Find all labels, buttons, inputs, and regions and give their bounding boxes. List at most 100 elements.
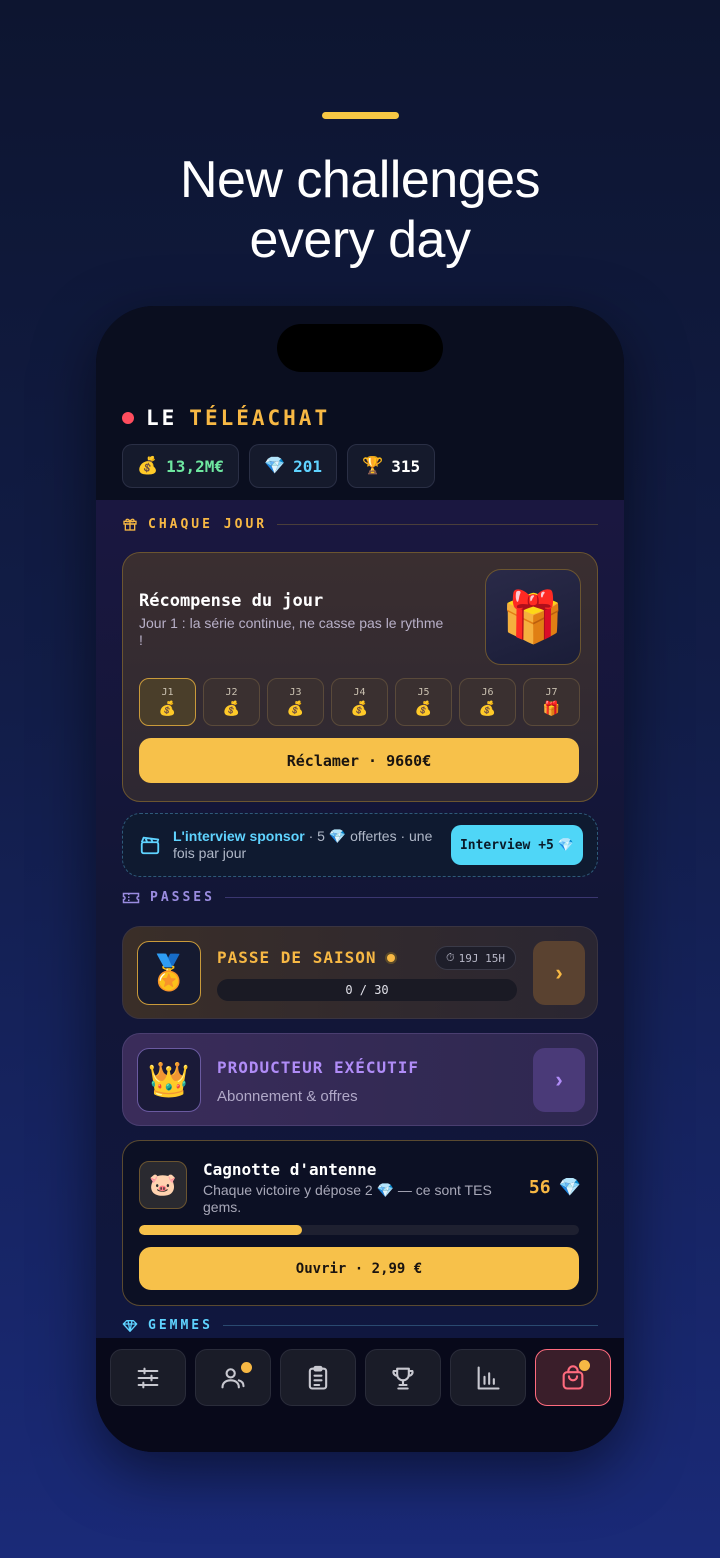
executive-producer-card[interactable]: 👑 PRODUCTEUR EXÉCUTIF Abonnement & offre… xyxy=(122,1033,598,1126)
tab-trophies[interactable] xyxy=(365,1349,441,1406)
phone-frame: LE TÉLÉACHAT 💰 13,2M€ 💎 201 🏆 315 CHAQUE… xyxy=(96,306,624,1452)
tab-shop[interactable] xyxy=(535,1349,611,1406)
trophies-value: 315 xyxy=(391,456,421,476)
day-label: J4 xyxy=(353,687,366,698)
day-tile-j7: J7 🎁 xyxy=(523,678,580,726)
day-label: J1 xyxy=(161,687,174,698)
day-label: J6 xyxy=(481,687,494,698)
dynamic-island xyxy=(277,324,443,372)
section-divider xyxy=(277,523,598,525)
tab-stats[interactable] xyxy=(450,1349,526,1406)
gift-pile-image: 🎁 xyxy=(485,569,581,665)
section-divider xyxy=(224,897,598,898)
money-bag-icon: 💰 xyxy=(350,700,369,716)
day-label: J3 xyxy=(289,687,302,698)
cagnotte-card: 🐷 Cagnotte d'antenne Chaque victoire y d… xyxy=(122,1140,598,1306)
gem-icon: 💎 xyxy=(328,828,347,844)
money-bag-icon: 💰 xyxy=(414,700,433,716)
ticket-icon xyxy=(122,892,140,903)
daily-reward-card: Récompense du jour Jour 1 : la série con… xyxy=(122,552,598,802)
main-content[interactable]: CHAQUE JOUR Récompense du jour Jour 1 : … xyxy=(96,500,624,1338)
day-tile-j5: J5 💰 xyxy=(395,678,452,726)
money-stat[interactable]: 💰 13,2M€ xyxy=(122,444,239,488)
open-cagnotte-button[interactable]: Ouvrir · 2,99 € xyxy=(139,1247,579,1290)
headline: New challenges every day xyxy=(0,150,720,270)
app-title-part-2: TÉLÉACHAT xyxy=(189,406,331,430)
day-label: J5 xyxy=(417,687,430,698)
money-bag-icon: 💰 xyxy=(137,456,159,476)
gem-icon: 💎 xyxy=(263,456,286,476)
season-timer-value: 19J 15H xyxy=(458,951,505,965)
streak-days: J1 💰 J2 💰 J3 💰 J4 💰 J5 💰 J6 💰 J7 🎁 xyxy=(139,678,580,726)
tab-users[interactable] xyxy=(195,1349,271,1406)
tab-tasks[interactable] xyxy=(280,1349,356,1406)
app-title: LE TÉLÉACHAT xyxy=(122,406,330,430)
producer-subtitle: Abonnement & offres xyxy=(217,1088,358,1105)
day-label: J7 xyxy=(545,687,558,698)
money-bag-icon: 💰 xyxy=(222,700,241,716)
notification-badge xyxy=(579,1360,590,1371)
season-pass-title: PASSE DE SAISON xyxy=(217,948,377,967)
money-bag-icon: 💰 xyxy=(478,700,497,716)
day-label: J2 xyxy=(225,687,238,698)
day-tile-j3: J3 💰 xyxy=(267,678,324,726)
headline-line-2: every day xyxy=(249,211,471,269)
gem-icon: 💎 xyxy=(557,837,575,853)
section-divider xyxy=(222,1325,598,1326)
sponsor-description: L'interview sponsor · 5 💎 offertes · une… xyxy=(173,828,433,862)
stopwatch-icon: ⏱ xyxy=(446,951,455,964)
cagnotte-description: Chaque victoire y dépose 2 💎 — ce sont T… xyxy=(203,1182,503,1216)
trophy-icon xyxy=(392,1367,414,1390)
notification-dot-icon xyxy=(386,953,395,962)
claim-reward-button[interactable]: Réclamer · 9660€ xyxy=(139,738,579,783)
bar-chart-icon xyxy=(477,1365,500,1390)
settings-sliders-icon xyxy=(137,1367,159,1388)
daily-reward-title: Récompense du jour xyxy=(139,591,324,611)
notification-badge xyxy=(241,1362,252,1373)
accent-bar xyxy=(322,112,399,119)
app-title-part-1: LE xyxy=(146,406,178,430)
section-header-daily: CHAQUE JOUR xyxy=(122,516,598,532)
trophy-icon: 🏆 xyxy=(362,456,384,476)
medal-image: 🏅 xyxy=(137,941,201,1005)
section-header-gems: GEMMES xyxy=(122,1318,598,1333)
season-progress-bar: 0 / 30 xyxy=(217,979,517,1001)
chevron-right-icon[interactable]: › xyxy=(533,1048,585,1112)
crown-image: 👑 xyxy=(137,1048,201,1112)
interview-button[interactable]: Interview +5 💎 xyxy=(451,825,583,865)
bottom-tab-bar xyxy=(96,1338,624,1452)
day-tile-j4: J4 💰 xyxy=(331,678,388,726)
cagnotte-gem-count: 56 💎 xyxy=(529,1177,581,1198)
section-title-passes: PASSES xyxy=(150,890,215,905)
gems-stat[interactable]: 💎 201 xyxy=(248,444,338,488)
cagnotte-title: Cagnotte d'antenne xyxy=(203,1160,377,1179)
interview-button-label: Interview +5 xyxy=(459,837,554,853)
section-title-daily: CHAQUE JOUR xyxy=(148,516,268,532)
money-bag-icon: 💰 xyxy=(286,700,305,716)
gift-icon: 🎁 xyxy=(542,700,561,716)
sponsor-interview-card: L'interview sponsor · 5 💎 offertes · une… xyxy=(122,813,598,877)
season-pass-card[interactable]: 🏅 PASSE DE SAISON ⏱ 19J 15H 0 / 30 › xyxy=(122,926,598,1019)
clipboard-icon xyxy=(308,1365,328,1390)
season-progress-text: 0 / 30 xyxy=(345,983,389,997)
cagnotte-progress-bar xyxy=(139,1225,579,1235)
gems-value: 201 xyxy=(293,456,323,476)
money-bag-icon: 💰 xyxy=(158,700,177,716)
trophies-stat[interactable]: 🏆 315 xyxy=(347,444,436,488)
season-pass-title-row: PASSE DE SAISON xyxy=(217,948,395,967)
stats-bar: 💰 13,2M€ 💎 201 🏆 315 xyxy=(122,444,436,488)
chevron-right-icon[interactable]: › xyxy=(533,941,585,1005)
sponsor-text-a: · 5 xyxy=(304,828,329,844)
day-tile-j2: J2 💰 xyxy=(203,678,260,726)
producer-title: PRODUCTEUR EXÉCUTIF xyxy=(217,1058,420,1077)
day-tile-j6: J6 💰 xyxy=(459,678,516,726)
gem-icon: 💎 xyxy=(558,1177,581,1198)
cagnotte-count-value: 56 xyxy=(528,1177,551,1198)
tab-settings[interactable] xyxy=(110,1349,186,1406)
section-header-passes: PASSES xyxy=(122,890,598,905)
day-tile-j1: J1 💰 xyxy=(139,678,196,726)
gift-icon xyxy=(123,518,137,531)
daily-reward-subtitle: Jour 1 : la série continue, ne casse pas… xyxy=(139,615,444,648)
money-value: 13,2M€ xyxy=(166,456,224,476)
section-title-gems: GEMMES xyxy=(148,1318,213,1333)
